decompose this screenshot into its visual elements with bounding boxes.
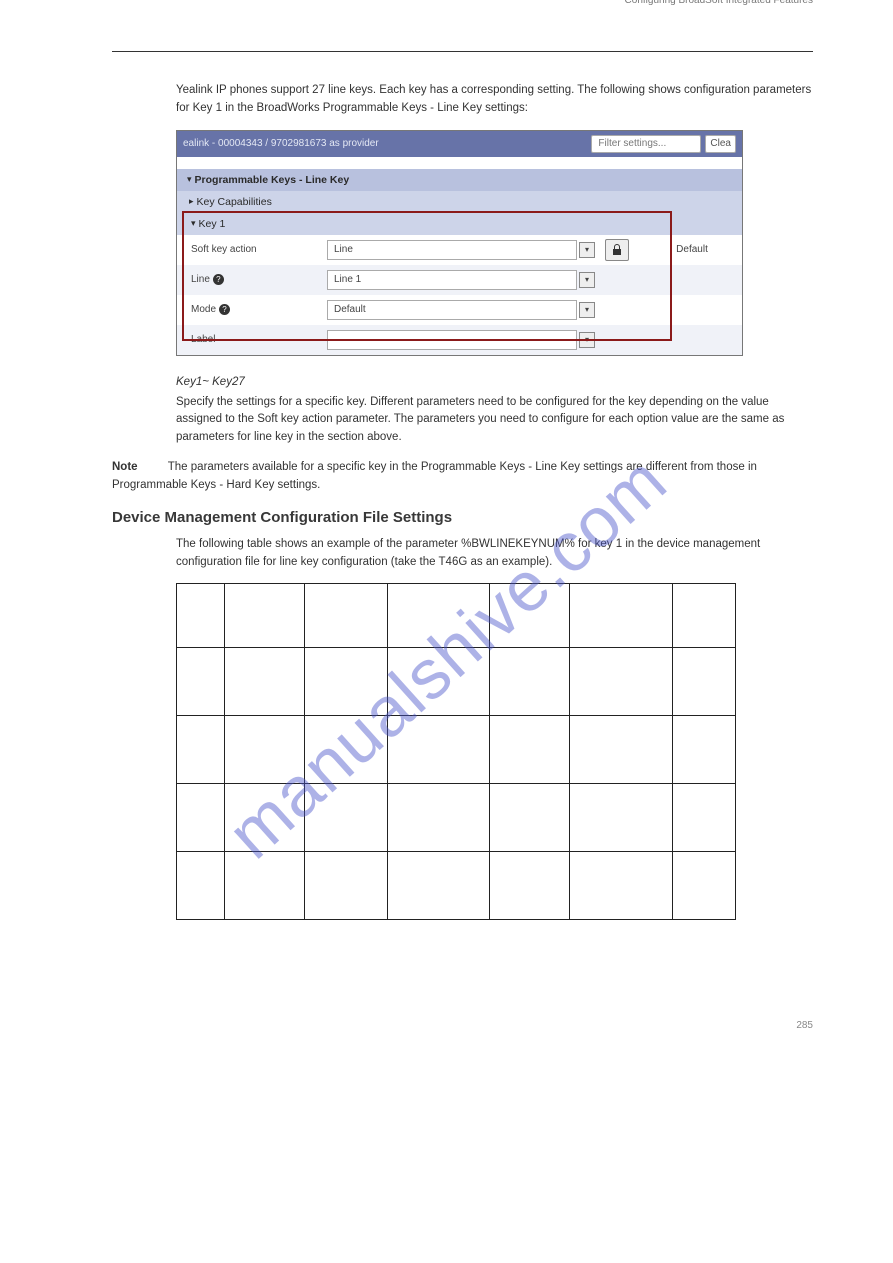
table-cell	[304, 648, 387, 716]
field-label: Mode?	[177, 304, 327, 315]
chevron-down-icon: ▾	[187, 174, 192, 185]
fig-form-body: Soft key actionLine▾DefaultLine?Line 1▾M…	[177, 235, 742, 355]
header-text: Configuring BroadSoft Integrated Feature…	[112, 0, 813, 6]
table-cell	[304, 784, 387, 852]
config-table: KeyType ID (linekey.X.type)Type Value (l…	[176, 583, 736, 920]
device-section-title: Device Management Configuration File Set…	[112, 509, 813, 526]
table-header: Key	[177, 584, 225, 648]
table-cell: 15 (Account registered) 0 (Account unreg…	[224, 784, 304, 852]
table-cell: %BWLINE-EXT-4%	[570, 852, 673, 920]
table-cell: %BWLINE-LINE-4% (%BWLINE-LINEPORT-4%)	[387, 852, 490, 920]
field-label: Soft key action	[177, 244, 327, 255]
table-cell: %BWLINE-LINE-1% (%BWLINE-LINEPORT-1%)	[387, 648, 490, 716]
table-cell	[304, 716, 387, 784]
fig-toolbar: ealink - 00004343 / 9702981673 as provid…	[177, 131, 742, 157]
table-cell: 4 (Key 4)	[177, 852, 225, 920]
form-row: Label ▾	[177, 325, 742, 355]
note-body: The parameters available for a specific …	[112, 461, 757, 491]
filter-placeholder: Filter settings...	[598, 138, 666, 149]
chevron-down-icon[interactable]: ▾	[579, 302, 595, 318]
note-row: Note The parameters available for a spec…	[112, 459, 813, 495]
form-row: Mode?Default▾	[177, 295, 742, 325]
section-key-1[interactable]: ▾ Key 1	[177, 213, 742, 235]
table-cell: %BWLINE-LABEL-4%	[490, 852, 570, 920]
table-header: Line (linekey.X.line)	[387, 584, 490, 648]
chevron-down-icon[interactable]: ▾	[579, 242, 595, 258]
table-cell	[304, 852, 387, 920]
default-column: Default	[642, 244, 742, 255]
field-label: Label	[177, 334, 327, 345]
section-key-capabilities[interactable]: ▸ Key Capabilities	[177, 191, 742, 213]
filter-input[interactable]: Filter settings...	[591, 135, 701, 153]
table-row: 1 (Key 1)15 (Account registered) 0 (Acco…	[177, 648, 736, 716]
field-label: Line?	[177, 274, 327, 285]
screenshot-figure: ealink - 00004343 / 9702981673 as provid…	[176, 130, 813, 356]
lock-icon[interactable]	[605, 239, 629, 261]
field-select[interactable]: Line	[327, 240, 577, 260]
table-cell: 3 (Key 3)	[177, 784, 225, 852]
table-header: XML Phonebook	[673, 584, 736, 648]
table-head: KeyType ID (linekey.X.type)Type Value (l…	[177, 584, 736, 648]
chevron-down-icon[interactable]: ▾	[579, 272, 595, 288]
device-intro: The following table shows an example of …	[112, 536, 813, 572]
table-cell	[673, 852, 736, 920]
table-cell: %BWLINE-EXT-2%	[570, 716, 673, 784]
section-programmable-keys[interactable]: ▾ Programmable Keys - Line Key	[177, 169, 742, 191]
note-label: Note	[112, 461, 138, 473]
chevron-down-icon[interactable]: ▾	[579, 332, 595, 348]
table-cell: %BWLINE-LABEL-3%	[490, 784, 570, 852]
table-cell: %BWLINE-LINE-2% (%BWLINE-LINEPORT-2%)	[387, 716, 490, 784]
table-cell: 15 (Account registered) 0 (Account unreg…	[224, 716, 304, 784]
keys-range-title: Key1~ Key27	[176, 376, 813, 388]
table-cell: 1 (Key 1)	[177, 648, 225, 716]
table-cell	[673, 784, 736, 852]
table-body: 1 (Key 1)15 (Account registered) 0 (Acco…	[177, 648, 736, 920]
table-row: 4 (Key 4)15 (Account registered) 0 (Acco…	[177, 852, 736, 920]
toolbar-title: ealink - 00004343 / 9702981673 as provid…	[183, 138, 379, 149]
table-header: Type ID (linekey.X.type)	[224, 584, 304, 648]
intro-paragraph: Yealink IP phones support 27 line keys. …	[112, 82, 813, 118]
table-cell: %BWLINE-LINE-3% (%BWLINE-LINEPORT-3%)	[387, 784, 490, 852]
table-cell: 15 (Account registered) 0 (Account unreg…	[224, 852, 304, 920]
table-cell: %BWLINE-LABEL-2%	[490, 716, 570, 784]
table-cell	[673, 716, 736, 784]
form-row: Soft key actionLine▾ Default	[177, 235, 742, 265]
table-cell: %BWLINE-EXT-3%	[570, 784, 673, 852]
header-rule	[112, 51, 813, 52]
table-cell: %BWLINE-LABEL-1%	[490, 648, 570, 716]
chevron-right-icon: ▸	[189, 196, 194, 207]
table-header: Extension (linekey.X.extension)	[570, 584, 673, 648]
table-cell: 15 (Account registered) 0 (Account unreg…	[224, 648, 304, 716]
keys-body: Specify the settings for a specific key.…	[112, 394, 813, 447]
table-cell	[673, 648, 736, 716]
table-row: 3 (Key 3)15 (Account registered) 0 (Acco…	[177, 784, 736, 852]
table-header: Label (linekey.X.label)	[490, 584, 570, 648]
table-header: Type Value (linekey.X.value)	[304, 584, 387, 648]
info-icon[interactable]: ?	[213, 274, 224, 285]
info-icon[interactable]: ?	[219, 304, 230, 315]
field-select[interactable]: Default	[327, 300, 577, 320]
form-row: Line?Line 1▾	[177, 265, 742, 295]
table-row: 2 (Key 2)15 (Account registered) 0 (Acco…	[177, 716, 736, 784]
table-cell: 2 (Key 2)	[177, 716, 225, 784]
field-select[interactable]	[327, 330, 577, 350]
page-number: 285	[112, 1020, 813, 1031]
chevron-down-icon: ▾	[191, 218, 196, 229]
field-select[interactable]: Line 1	[327, 270, 577, 290]
table-cell: %BWLINE-EXT-1%	[570, 648, 673, 716]
clear-button[interactable]: Clea	[705, 135, 736, 153]
